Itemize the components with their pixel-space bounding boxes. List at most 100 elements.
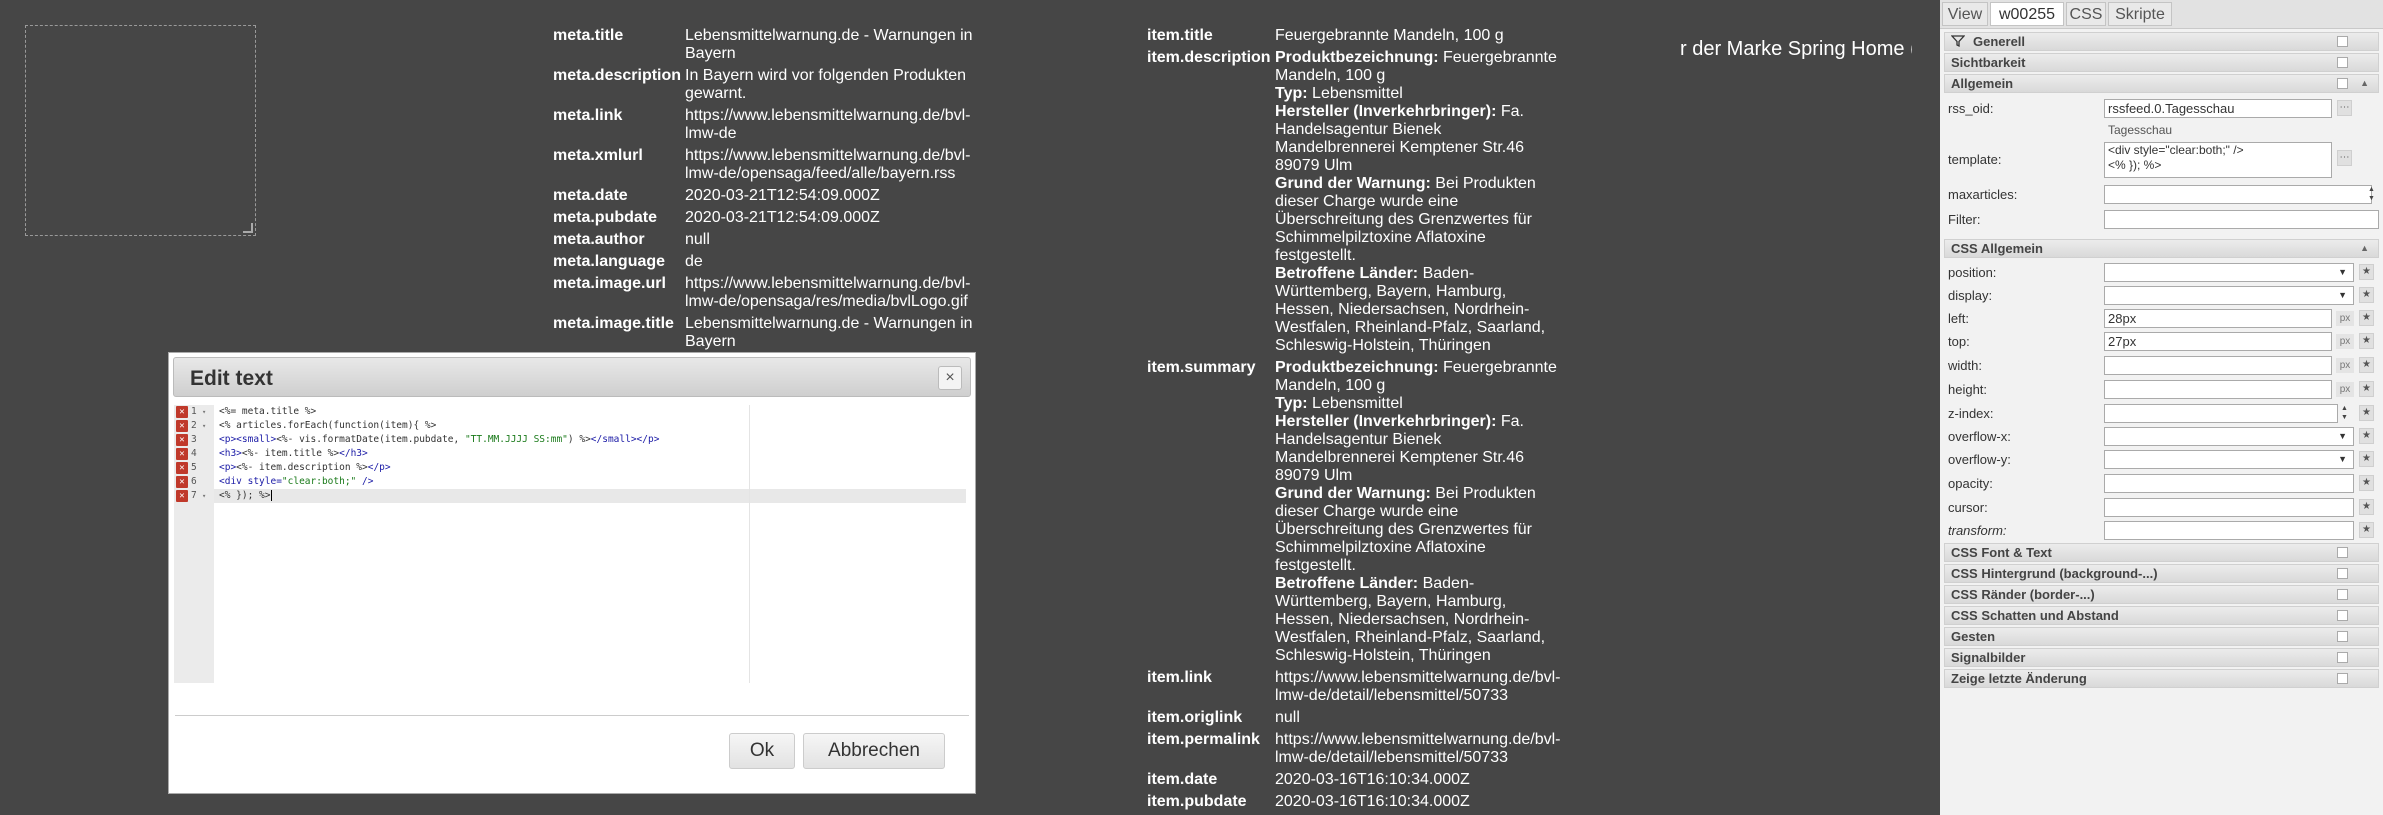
top-input[interactable]: 27px xyxy=(2104,332,2332,351)
prop-label: height: xyxy=(1948,382,1988,397)
unit-label[interactable]: px xyxy=(2336,311,2354,326)
left-input[interactable]: 28px xyxy=(2104,309,2332,328)
star-icon[interactable]: ★ xyxy=(2359,264,2374,280)
section-checkbox[interactable] xyxy=(2337,589,2348,600)
section-checkbox[interactable] xyxy=(2337,610,2348,621)
prop-overflow-y: overflow-y: ▼ ★ xyxy=(1944,448,2379,471)
section-font[interactable]: CSS Font & Text xyxy=(1944,543,2379,562)
section-css-allgemein[interactable]: CSS Allgemein ▲ xyxy=(1944,239,2379,258)
section-checkbox[interactable] xyxy=(2337,78,2348,89)
width-input[interactable] xyxy=(2104,356,2332,375)
widget-placeholder[interactable] xyxy=(25,25,256,236)
template-textarea[interactable]: <div style="clear:both;" /> <% }); %> xyxy=(2104,142,2332,178)
error-icon[interactable]: ✕ xyxy=(176,420,188,432)
close-icon[interactable]: × xyxy=(938,366,962,390)
section-checkbox[interactable] xyxy=(2337,673,2348,684)
star-icon[interactable]: ★ xyxy=(2359,499,2374,515)
prop-top: top: 27px px ★ xyxy=(1944,330,2379,353)
star-icon[interactable]: ★ xyxy=(2359,451,2374,467)
overflow-y-select[interactable]: ▼ xyxy=(2104,450,2354,469)
section-checkbox[interactable] xyxy=(2337,547,2348,558)
unit-label[interactable]: px xyxy=(2336,358,2354,373)
star-icon[interactable]: ★ xyxy=(2359,405,2374,421)
dialog-titlebar[interactable]: Edit text × xyxy=(173,357,971,397)
opacity-input[interactable] xyxy=(2104,474,2354,493)
meta-row: meta.author null xyxy=(553,231,975,249)
edit-template-button[interactable]: ⋯ xyxy=(2337,150,2352,166)
ok-button[interactable]: Ok xyxy=(729,733,795,769)
detail-line: Produktbezeichnung: Feuergebrannte Mande… xyxy=(1275,359,1565,395)
position-select[interactable]: ▼ xyxy=(2104,263,2354,282)
item-summary-row: item.summary Produktbezeichnung: Feuerge… xyxy=(1147,359,1565,665)
filter-input[interactable] xyxy=(2104,210,2379,229)
tab-skripte[interactable]: Skripte xyxy=(2108,2,2172,26)
unit-label[interactable]: px xyxy=(2336,334,2354,349)
collapse-icon[interactable]: ▲ xyxy=(2360,75,2369,92)
spinner-icon[interactable]: ▲ ▼ xyxy=(2368,185,2375,203)
item-row: item.pubdate 2020-03-16T16:10:34.000Z xyxy=(1147,793,1565,811)
item-description-value: Produktbezeichnung: Feuergebrannte Mande… xyxy=(1275,49,1565,355)
item-rest: item.link https://www.lebensmittelwarnung… xyxy=(1147,669,1565,811)
cursor-input[interactable] xyxy=(2104,498,2354,517)
spinner-icon[interactable]: ▲ ▼ xyxy=(2341,404,2348,422)
template-line: <% }); %> xyxy=(2108,158,2162,172)
resize-handle[interactable] xyxy=(243,223,253,233)
star-icon[interactable]: ★ xyxy=(2359,522,2374,538)
detail-line: Produktbezeichnung: Feuergebrannte Mande… xyxy=(1275,49,1565,85)
star-icon[interactable]: ★ xyxy=(2359,381,2374,397)
display-select[interactable]: ▼ xyxy=(2104,286,2354,305)
z-index-input[interactable] xyxy=(2104,404,2338,423)
select-object-button[interactable]: ⋯ xyxy=(2337,100,2352,116)
code-tag: <p><small> xyxy=(219,434,277,445)
meta-key: meta.image.title xyxy=(553,315,674,332)
star-icon[interactable]: ★ xyxy=(2359,428,2374,444)
chevron-down-icon: ▼ xyxy=(2338,267,2347,277)
error-icon[interactable]: ✕ xyxy=(176,434,188,446)
error-icon[interactable]: ✕ xyxy=(176,406,188,418)
code-editor[interactable]: ✕ 1 ▾ ✕ 2 ▾ ✕ 3 ✕ 4 ✕ 5 ✕ 6 ✕ 7 ▾ <%= meta.title %> <% a… xyxy=(174,405,970,683)
section-sichtbarkeit[interactable]: Sichtbarkeit xyxy=(1944,53,2379,72)
overflow-x-select[interactable]: ▼ xyxy=(2104,427,2354,446)
section-checkbox[interactable] xyxy=(2337,57,2348,68)
section-hintergrund[interactable]: CSS Hintergrund (background-...) xyxy=(1944,564,2379,583)
item-summary-value: Produktbezeichnung: Feuergebrannte Mande… xyxy=(1275,359,1565,665)
detail-label: Hersteller (Inverkehrbringer): xyxy=(1275,413,1497,430)
fold-icon[interactable]: ▾ xyxy=(202,419,206,433)
filter-icon[interactable] xyxy=(1950,34,1966,53)
code-text: <%- item.description %> xyxy=(236,462,368,473)
star-icon[interactable]: ★ xyxy=(2359,287,2374,303)
error-icon[interactable]: ✕ xyxy=(176,448,188,460)
fold-icon[interactable]: ▾ xyxy=(202,489,206,503)
section-letzte-aenderung[interactable]: Zeige letzte Änderung xyxy=(1944,669,2379,688)
tab-view[interactable]: View xyxy=(1942,2,1988,26)
error-icon[interactable]: ✕ xyxy=(176,490,188,502)
section-checkbox[interactable] xyxy=(2337,652,2348,663)
maxarticles-input[interactable] xyxy=(2104,185,2372,204)
section-schatten[interactable]: CSS Schatten und Abstand xyxy=(1944,606,2379,625)
meta-value: Lebensmittelwarnung.de - Warnungen in Ba… xyxy=(685,27,973,62)
section-checkbox[interactable] xyxy=(2337,568,2348,579)
tab-widget[interactable]: w00255 xyxy=(1990,2,2064,26)
cancel-button[interactable]: Abbrechen xyxy=(803,733,945,769)
fold-icon[interactable]: ▾ xyxy=(202,405,206,419)
collapse-icon[interactable]: ▲ xyxy=(2360,240,2369,257)
star-icon[interactable]: ★ xyxy=(2359,310,2374,326)
section-gesten[interactable]: Gesten xyxy=(1944,627,2379,646)
star-icon[interactable]: ★ xyxy=(2359,475,2374,491)
section-signalbilder[interactable]: Signalbilder xyxy=(1944,648,2379,667)
section-checkbox[interactable] xyxy=(2337,631,2348,642)
unit-label[interactable]: px xyxy=(2336,382,2354,397)
star-icon[interactable]: ★ xyxy=(2359,357,2374,373)
height-input[interactable] xyxy=(2104,380,2332,399)
transform-input[interactable] xyxy=(2104,521,2354,540)
section-raender[interactable]: CSS Ränder (border-...) xyxy=(1944,585,2379,604)
section-generell[interactable]: Generell xyxy=(1944,32,2379,51)
section-allgemein[interactable]: Allgemein ▲ xyxy=(1944,74,2379,93)
tab-css[interactable]: CSS xyxy=(2066,2,2106,26)
item-value: null xyxy=(1275,709,1300,726)
section-checkbox[interactable] xyxy=(2337,36,2348,47)
error-icon[interactable]: ✕ xyxy=(176,476,188,488)
rss-oid-input[interactable]: rssfeed.0.Tagesschau xyxy=(2104,99,2332,118)
star-icon[interactable]: ★ xyxy=(2359,333,2374,349)
error-icon[interactable]: ✕ xyxy=(176,462,188,474)
